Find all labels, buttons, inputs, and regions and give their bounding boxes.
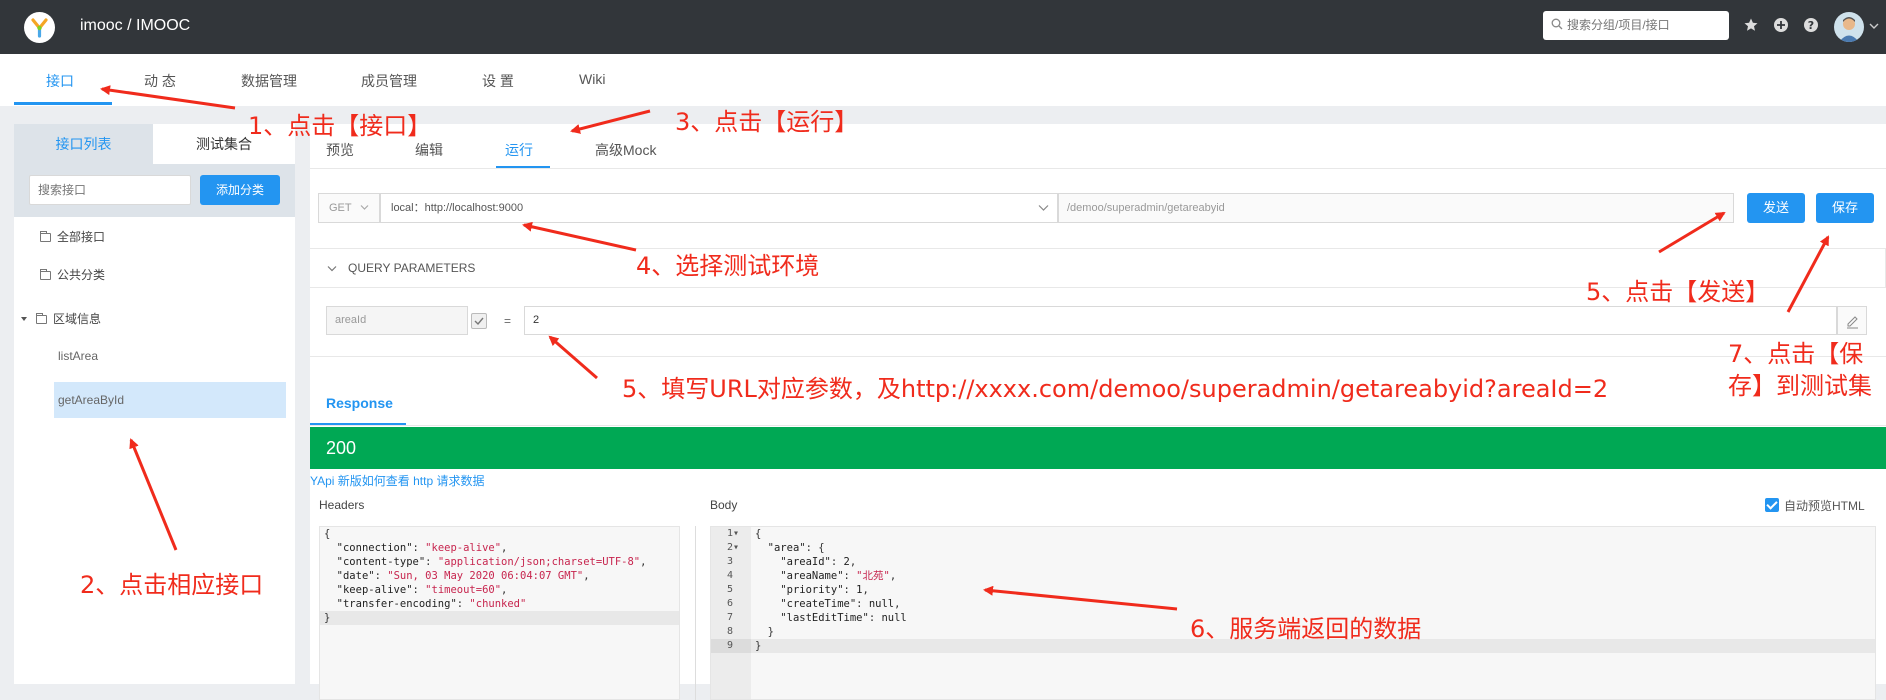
code-line: "date": "Sun, 03 May 2020 06:04:07 GMT", (336, 570, 590, 582)
body-label: Body (710, 498, 738, 512)
chevron-down-icon (361, 205, 369, 210)
add-category-button[interactable]: 添加分类 (200, 175, 280, 205)
code-line: "transfer-encoding": "chunked" (336, 598, 527, 610)
code-line: "keep-alive": "timeout=60", (336, 584, 508, 596)
annotation-step-2: 2、点击相应接口 (80, 571, 264, 599)
code-line: "connection": "keep-alive", (336, 542, 508, 554)
yapi-logo[interactable] (24, 12, 55, 43)
code-line: "priority": 1, (780, 584, 869, 596)
caret-down-icon[interactable] (20, 315, 28, 323)
code-line: } (320, 611, 679, 625)
project-tabs: 接口 动 态 数据管理 成员管理 设 置 Wiki (0, 54, 1886, 106)
code-line: "createTime": null, (780, 598, 901, 610)
tree-item-public[interactable]: 公共分类 (40, 266, 105, 283)
annotation-step-4: 4、选择测试环境 (636, 252, 820, 280)
annotation-step-6: 6、服务端返回的数据 (1190, 615, 1422, 643)
pencil-icon (1847, 316, 1858, 329)
method-select[interactable]: GET (318, 193, 380, 223)
tab-settings[interactable]: 设 置 (482, 71, 514, 91)
code-line: "areaId": 2, (780, 556, 857, 568)
tree-item-label: 区域信息 (53, 312, 102, 326)
tree-item-region[interactable]: 区域信息 (20, 310, 101, 327)
chevron-down-icon (327, 266, 337, 272)
interface-search-input[interactable] (29, 175, 191, 205)
code-line: "content-type": "application/json;charse… (336, 556, 647, 568)
headers-label: Headers (319, 498, 365, 512)
param-name-field: areaId (326, 306, 468, 335)
tab-divider (310, 168, 1886, 169)
tab-member-management[interactable]: 成员管理 (361, 71, 417, 91)
folder-icon (40, 269, 51, 280)
method-value: GET (329, 202, 352, 214)
sidebar-filter-bar: 添加分类 (14, 164, 295, 217)
tab-edit[interactable]: 编辑 (415, 140, 443, 160)
tree-leaf-listArea[interactable]: listArea (54, 338, 286, 374)
project-breadcrumb[interactable]: imooc / IMOOC (80, 17, 190, 35)
active-tab-indicator (310, 423, 406, 425)
auto-preview-html-label: 自动预览HTML (1784, 499, 1865, 513)
param-enabled-checkbox[interactable] (471, 313, 487, 329)
tab-data-management[interactable]: 数据管理 (241, 71, 297, 91)
request-path: /demoo/superadmin/getareabyid (1058, 193, 1734, 223)
star-icon[interactable] (1743, 17, 1759, 33)
tab-preview[interactable]: 预览 (326, 140, 354, 160)
tab-response[interactable]: Response (326, 395, 393, 411)
send-button[interactable]: 发送 (1747, 193, 1805, 223)
edit-param-button[interactable] (1837, 306, 1867, 335)
search-icon (1551, 18, 1563, 30)
tab-wiki[interactable]: Wiki (579, 71, 605, 87)
code-line: "area": { (767, 542, 825, 554)
line-number-gutter: 1▾ 2▾ 3 4 5 6 7 8 9 (711, 527, 751, 699)
query-parameters-title: QUERY PARAMETERS (348, 261, 476, 275)
chevron-down-icon[interactable] (1869, 22, 1879, 30)
header-search[interactable] (1543, 11, 1729, 40)
question-icon[interactable]: ? (1803, 17, 1819, 33)
top-header: imooc / IMOOC ? (0, 0, 1886, 54)
code-line: "areaName": "北苑", (780, 570, 897, 582)
response-headers-code[interactable]: { "connection": "keep-alive", "content-t… (319, 526, 680, 700)
tree-item-all[interactable]: 全部接口 (40, 228, 105, 245)
tree-item-label: 公共分类 (57, 268, 106, 282)
folder-icon (40, 231, 51, 242)
annotation-step-3: 3、点击【运行】 (675, 108, 859, 136)
param-value-input[interactable]: 2 (524, 306, 1837, 335)
tree-item-label: 全部接口 (57, 230, 106, 244)
pane-divider[interactable] (695, 526, 696, 700)
tab-activity[interactable]: 动 态 (144, 71, 176, 91)
equals-sign: = (504, 314, 512, 328)
annotation-step-7-line2: 存】到测试集 (1728, 372, 1872, 400)
annotation-step-5-send: 5、点击【发送】 (1586, 278, 1770, 306)
environment-select[interactable]: local：http://localhost:9000 (380, 193, 1058, 223)
chevron-down-icon (1038, 205, 1049, 211)
tree-leaf-getAreaById[interactable]: getAreaById (54, 382, 286, 418)
check-icon (474, 317, 484, 326)
plus-circle-icon[interactable] (1773, 17, 1789, 33)
tab-interface-list[interactable]: 接口列表 (14, 124, 153, 164)
active-tab-indicator (496, 166, 550, 168)
avatar[interactable] (1834, 12, 1864, 42)
code-line: { (755, 528, 762, 540)
response-tab-divider (310, 425, 1886, 426)
annotation-step-1: 1、点击【接口】 (248, 112, 432, 140)
environment-value: local：http://localhost:9000 (391, 202, 524, 214)
header-search-input[interactable] (1567, 15, 1723, 35)
status-code-bar: 200 (310, 427, 1886, 469)
svg-text:?: ? (1808, 19, 1814, 32)
save-button[interactable]: 保存 (1816, 193, 1874, 223)
checkbox-checked-icon (1765, 498, 1779, 512)
auto-preview-html-checkbox[interactable]: 自动预览HTML (1765, 497, 1865, 514)
annotation-step-7-line1: 7、点击【保 (1728, 340, 1864, 368)
help-link[interactable]: YApi 新版如何查看 http 请求数据 (310, 472, 484, 489)
active-tab-indicator (14, 102, 112, 105)
tab-run[interactable]: 运行 (505, 140, 533, 160)
code-line: { (324, 528, 331, 540)
tab-advanced-mock[interactable]: 高级Mock (595, 140, 656, 160)
folder-icon (36, 313, 47, 324)
annotation-step-5-param: 5、填写URL对应参数，及http://xxxx.com/demoo/super… (622, 375, 1609, 403)
tab-interface[interactable]: 接口 (46, 71, 74, 91)
